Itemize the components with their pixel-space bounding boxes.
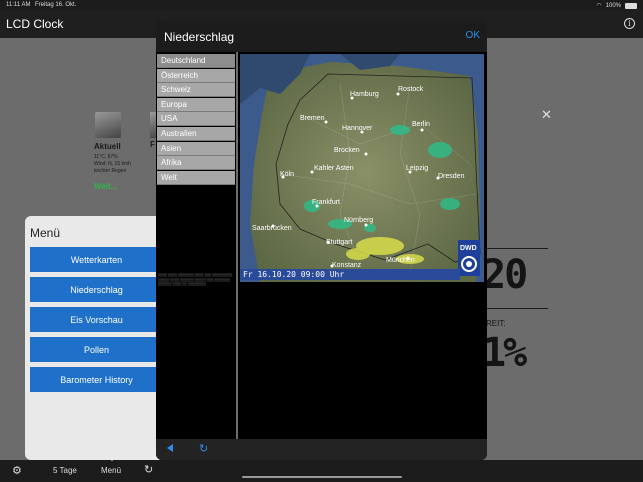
panel-divider [236,52,238,439]
weather-cloud-icon [95,112,121,138]
status-date: Freitag 16. Okt. [35,2,77,8]
app-title: LCD Clock [6,17,64,31]
tab-menu[interactable]: Menü [101,466,121,475]
menu-item-barometer-history[interactable]: Barometer History [30,367,163,392]
ok-button[interactable]: OK [466,30,480,41]
city-label: Dresden [438,173,465,180]
menu-item-pollen[interactable]: Pollen [30,337,163,362]
region-item-europa[interactable]: Europa [157,97,235,112]
modal-header: Niederschlag OK [156,21,487,52]
city-label: Hannover [342,125,373,132]
region-list: Deutschland Österreich Schweiz Europa US… [157,54,235,185]
status-bar: 11:11 AM Freitag 16. Okt. ◠ 100% [0,0,643,10]
radar-map-image: Hamburg Rostock Bremen Hannover Berlin B… [240,54,484,282]
map-timestamp: Fr 16.10.20 09:00 Uhr [240,269,460,280]
modal-toolbar: ↻ [156,439,487,460]
region-item-australien[interactable]: Australien [157,126,235,141]
region-item-oesterreich[interactable]: Österreich [157,68,235,83]
footnote-text: ▒▒▒▒ ▒▒▒▒ ▒▒▒▒▒▒▒ ▒▒▒▒ ▒▒▒ ▒▒▒▒▒▒▒▒▒ ▒▒▒… [158,273,233,286]
region-item-schweiz[interactable]: Schweiz [157,83,235,98]
city-label: Rostock [398,86,424,93]
city-label: München [386,257,415,264]
close-icon[interactable]: ✕ [541,108,552,123]
world-link[interactable]: Welt... [94,182,146,191]
radar-map[interactable]: Hamburg Rostock Bremen Hannover Berlin B… [240,54,484,282]
status-right: ◠ 100% [596,2,637,9]
region-item-asien[interactable]: Asien [157,141,235,156]
menu-item-niederschlag[interactable]: Niederschlag [30,277,163,302]
dwd-logo-text: DWD [460,245,477,252]
city-label: Frankfurt [312,199,340,206]
city-label: Kahler Asten [314,165,354,172]
city-label: Leipzig [406,165,428,172]
weather-condition: leichter Regen [94,168,127,174]
region-item-deutschland[interactable]: Deutschland [157,54,235,68]
back-arrow-icon[interactable] [167,444,173,452]
current-weather-label: Aktuell [94,142,121,151]
modal-title: Niederschlag [164,30,235,44]
weather-wind: Wind: N, 15 kmh [94,161,131,167]
menu-title: Menü [30,226,61,240]
lcd-humidity-label: REIT: [486,319,506,328]
battery-percent: 100% [605,2,621,9]
lcd-divider [486,308,548,309]
active-tab-indicator [107,456,117,461]
home-indicator [242,476,402,478]
info-icon[interactable]: i [624,18,635,29]
menu-item-wetterkarten[interactable]: Wetterkarten [30,247,163,272]
weather-temp-humidity: 11°C, 87% [94,154,118,160]
city-label: Konstanz [332,262,362,269]
region-item-usa[interactable]: USA [157,112,235,127]
region-item-welt[interactable]: Welt [157,170,235,185]
city-label: Köln [280,171,294,178]
lcd-divider [486,248,548,249]
region-item-afrika[interactable]: Afrika [157,156,235,171]
lcd-humidity-value: 1% [482,330,527,376]
reload-icon[interactable]: ↻ [199,442,208,455]
lcd-time-display: 20 [482,252,528,298]
city-label: Stuttgart [326,239,353,246]
city-label: Bremen [300,115,325,122]
city-label: Nürnberg [344,217,373,224]
battery-icon [625,2,637,9]
settings-gear-icon[interactable]: ⚙ [12,464,22,477]
city-label: Saarbrücken [252,225,292,232]
city-label: Berlin [412,121,430,128]
tab-bar: ⚙ 5 Tage Menü ↻ [0,456,643,482]
menu-panel: Menü Wetterkarten Niederschlag Eis Vorsc… [25,216,163,460]
precipitation-modal: Niederschlag OK Deutschland Österreich S… [156,21,487,460]
city-label: Hamburg [350,91,379,98]
menu-item-eis-vorschau[interactable]: Eis Vorschau [30,307,163,332]
status-time: 11:11 AM [6,2,31,8]
city-label: Brocken [334,147,360,154]
refresh-icon[interactable]: ↻ [144,463,153,476]
forecast-label-fragment: F [150,140,155,149]
wifi-icon: ◠ [596,3,602,9]
tab-5-tage[interactable]: 5 Tage [53,466,77,475]
current-weather-card[interactable]: Aktuell 11°C, 87% Wind: N, 15 kmh leicht… [94,112,146,191]
current-weather-detail: 11°C, 87% Wind: N, 15 kmh leichter Regen [94,154,146,175]
